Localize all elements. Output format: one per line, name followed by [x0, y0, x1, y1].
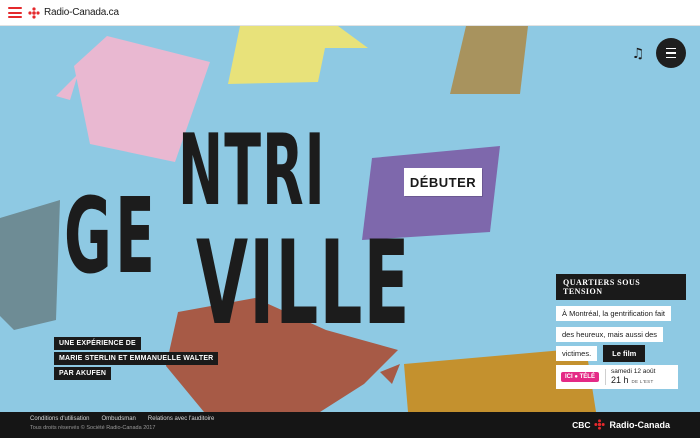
broadcast-zone: DE L'EST	[631, 378, 654, 384]
broadcast-time: 21 h	[610, 374, 629, 385]
panel-description: victimes.	[556, 346, 598, 361]
credits: UNE EXPÉRIENCE DE MARIE STERLIN ET EMMAN…	[54, 332, 219, 380]
credit-line: PAR AKUFEN	[54, 367, 112, 380]
panel-description: À Montréal, la gentrification fait	[556, 306, 671, 321]
radio-canada-gem-icon	[594, 419, 606, 430]
title-ge: GE	[64, 175, 159, 297]
start-button[interactable]: DÉBUTER	[404, 168, 482, 196]
title-ville: VILLE	[196, 216, 411, 351]
music-icon[interactable]: ♫	[628, 44, 648, 64]
broadcast-schedule: samedi 12 août 21 h DE L'EST	[610, 368, 655, 385]
film-button[interactable]: Le film	[603, 345, 646, 362]
radio-canada-gem-icon	[28, 6, 40, 19]
title-ntri: NTRI	[178, 114, 326, 228]
broadcast-info[interactable]: ICI ● TÉLÉ samedi 12 août 21 h DE L'EST	[556, 365, 678, 389]
pink-small-shape	[56, 74, 78, 100]
yellow-shape	[228, 26, 368, 84]
ici-tele-logo: ICI ● TÉLÉ	[561, 372, 599, 382]
hero-stage: NTRI GE VILLE DÉBUTER ♫ UNE EXPÉRIENCE D…	[0, 26, 700, 412]
footer-link-audience[interactable]: Relations avec l'auditoire	[148, 416, 215, 422]
footer-brand[interactable]: CBC Radio-Canada	[572, 419, 670, 430]
cbc-label: CBC	[572, 419, 591, 430]
panel-description: des heureux, mais aussi des	[556, 327, 664, 342]
rust-small-shape	[380, 364, 400, 384]
brown-shape	[450, 26, 528, 94]
panel-title: QUARTIERS SOUS TENSION	[556, 274, 686, 300]
divider	[604, 369, 606, 385]
site-menu-button[interactable]	[656, 38, 686, 68]
brand-link[interactable]: Radio-Canada.ca	[44, 7, 119, 18]
documentary-panel: QUARTIERS SOUS TENSION À Montréal, la ge…	[556, 274, 686, 389]
top-bar: Radio-Canada.ca	[0, 0, 700, 26]
menu-icon[interactable]	[8, 7, 22, 18]
radio-canada-label: Radio-Canada	[609, 419, 670, 430]
footer: Conditions d'utilisation Ombudsman Relat…	[0, 412, 700, 438]
slate-shape	[0, 200, 60, 330]
footer-link-terms[interactable]: Conditions d'utilisation	[30, 416, 90, 422]
footer-link-ombudsman[interactable]: Ombudsman	[102, 416, 136, 422]
